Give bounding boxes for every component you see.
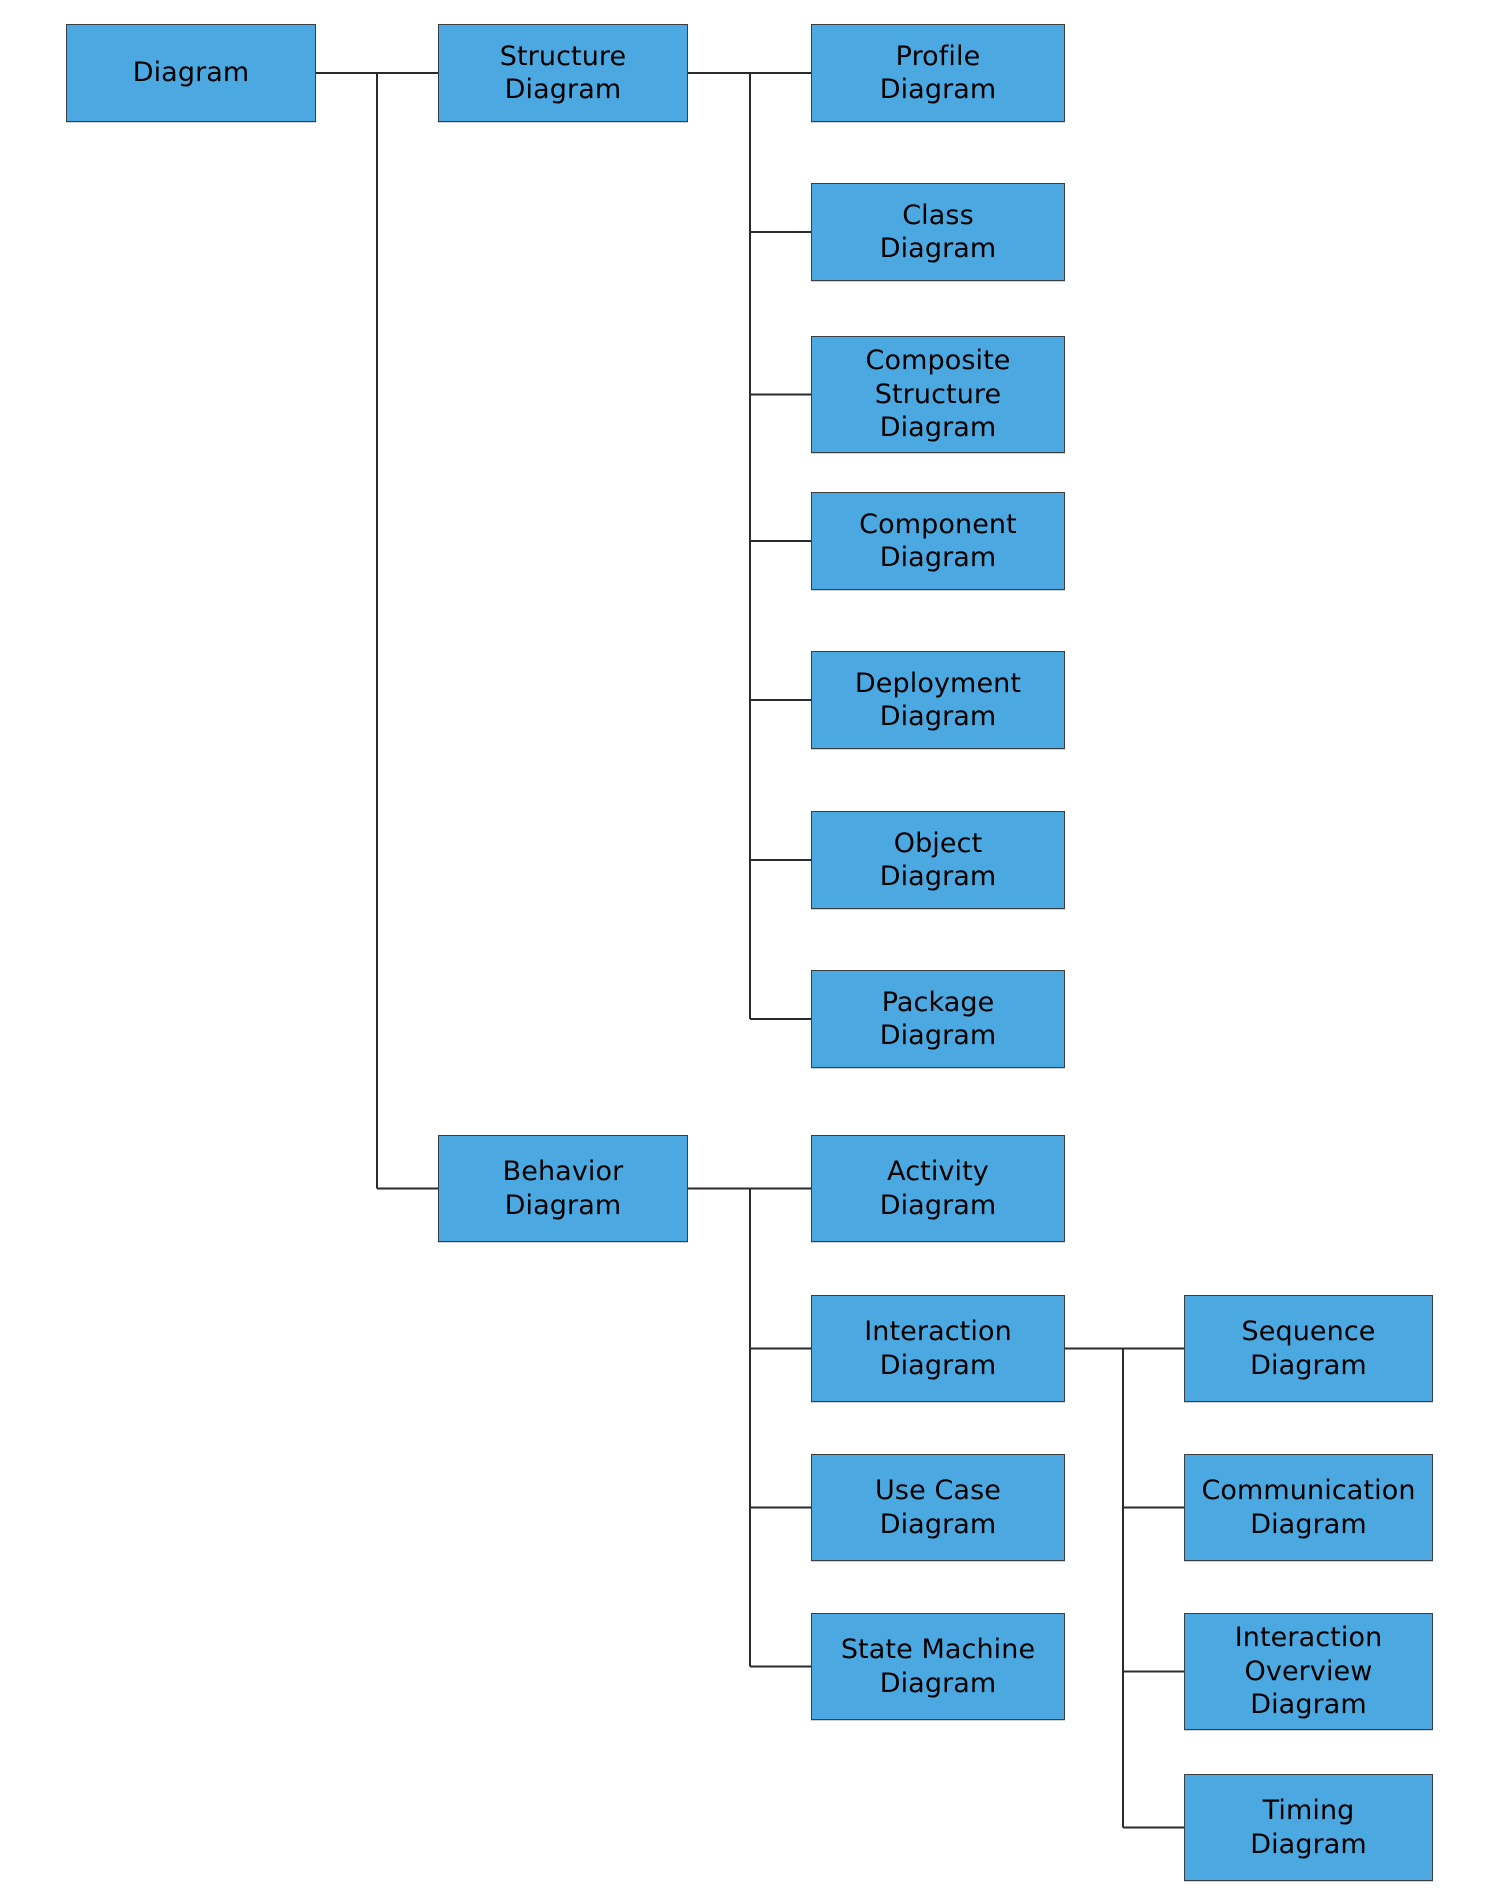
node-component-diagram[interactable]: Component Diagram (811, 492, 1065, 590)
node-label-timing-diagram: Timing Diagram (1250, 1795, 1367, 1860)
node-composite-structure-diagram[interactable]: Composite Structure Diagram (811, 336, 1065, 453)
node-label-profile-diagram: Profile Diagram (879, 40, 997, 105)
node-label-interaction-overview-diagram: Interaction Overview Diagram (1234, 1622, 1383, 1721)
node-deployment-diagram[interactable]: Deployment Diagram (811, 651, 1065, 749)
node-label-sequence-diagram: Sequence Diagram (1241, 1316, 1376, 1381)
node-label-component-diagram: Component Diagram (859, 508, 1017, 573)
node-timing-diagram[interactable]: Timing Diagram (1184, 1774, 1433, 1881)
node-sequence-diagram[interactable]: Sequence Diagram (1184, 1295, 1433, 1402)
node-state-machine-diagram[interactable]: State Machine Diagram (811, 1613, 1065, 1720)
node-class-diagram[interactable]: Class Diagram (811, 183, 1065, 281)
node-label-deployment-diagram: Deployment Diagram (854, 667, 1022, 732)
node-label-interaction-diagram: Interaction Diagram (864, 1316, 1012, 1381)
node-package-diagram[interactable]: Package Diagram (811, 970, 1065, 1068)
node-label-activity-diagram: Activity Diagram (879, 1156, 997, 1221)
uml-taxonomy-diagram: Diagram Structure Diagram Profile Diagram C… (0, 0, 1500, 1900)
node-interaction-overview-diagram[interactable]: Interaction Overview Diagram (1184, 1613, 1433, 1730)
node-object-diagram[interactable]: Object Diagram (811, 811, 1065, 909)
node-structure-diagram[interactable]: Structure Diagram (438, 24, 688, 122)
node-communication-diagram[interactable]: Communication Diagram (1184, 1454, 1433, 1561)
node-label-structure-diagram: Structure Diagram (499, 40, 627, 105)
node-label-state-machine-diagram: State Machine Diagram (840, 1634, 1036, 1699)
node-label-behavior-diagram: Behavior Diagram (502, 1156, 624, 1221)
node-diagram[interactable]: Diagram (66, 24, 316, 122)
node-profile-diagram[interactable]: Profile Diagram (811, 24, 1065, 122)
node-label-diagram: Diagram (132, 57, 250, 89)
node-label-object-diagram: Object Diagram (879, 827, 997, 892)
node-interaction-diagram[interactable]: Interaction Diagram (811, 1295, 1065, 1402)
node-label-composite-structure-diagram: Composite Structure Diagram (865, 345, 1011, 444)
node-behavior-diagram[interactable]: Behavior Diagram (438, 1135, 688, 1242)
node-label-package-diagram: Package Diagram (879, 986, 997, 1051)
node-label-communication-diagram: Communication Diagram (1201, 1475, 1416, 1540)
node-label-use-case-diagram: Use Case Diagram (875, 1475, 1001, 1540)
node-label-class-diagram: Class Diagram (879, 199, 997, 264)
node-activity-diagram[interactable]: Activity Diagram (811, 1135, 1065, 1242)
node-use-case-diagram[interactable]: Use Case Diagram (811, 1454, 1065, 1561)
